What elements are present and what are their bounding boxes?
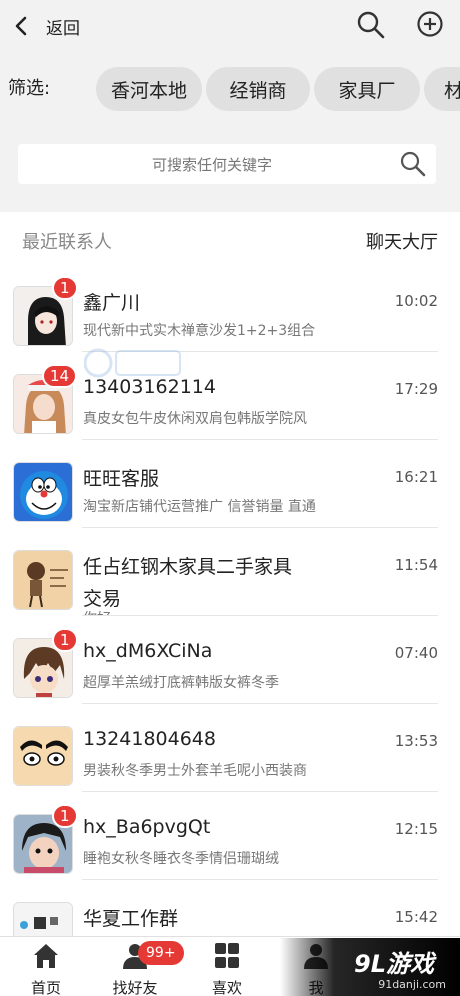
unread-badge: 1 <box>52 804 78 828</box>
contact-name: hx_Ba6pvgQt <box>83 816 211 838</box>
tab-chat-hall[interactable]: 聊天大厅 <box>366 228 438 254</box>
filter-chip-factory[interactable]: 家具厂 <box>314 67 420 111</box>
filter-chip-local[interactable]: 香河本地 <box>96 67 202 111</box>
top-bar: 返回 <box>0 0 460 52</box>
nav-label: 首页 <box>30 979 61 996</box>
unread-badge: 1 <box>52 628 78 652</box>
filter-bar: 筛选: 香河本地 经销商 家具厂 材 <box>0 52 460 124</box>
search-input[interactable]: 可搜索任何关键字 <box>18 144 436 184</box>
list-item[interactable]: 14 13403162114 17:29 真皮女包牛皮休闲双肩包韩版学院风 <box>0 352 460 440</box>
watermark-overlay: 9L游戏 91danji.com <box>280 938 460 996</box>
watermark-logo-text: 9L游戏 <box>354 950 434 978</box>
message-time: 11:54 <box>394 556 438 574</box>
message-preview: 睡袍女秋冬睡衣冬季情侣珊瑚绒 <box>83 851 279 867</box>
message-time: 07:40 <box>394 644 438 662</box>
filter-chip-material[interactable]: 材 <box>424 67 460 111</box>
add-circle-icon[interactable] <box>415 9 445 39</box>
list-item[interactable]: 1 hx_dM6XCiNa 07:40 超厚羊羔绒打底裤韩版女裤冬季 <box>0 616 460 704</box>
nav-label: 找好友 <box>112 979 158 996</box>
message-preview: 男装秋冬季男士外套羊毛呢小西装商 <box>83 763 307 779</box>
back-label[interactable]: 返回 <box>46 14 80 39</box>
unread-badge: 1 <box>52 276 78 300</box>
grid-icon <box>215 943 239 968</box>
contact-name: hx_dM6XCiNa <box>83 640 213 662</box>
message-time: 16:21 <box>394 468 438 486</box>
watermark-logo <box>84 348 181 378</box>
list-item[interactable]: 旺旺客服 16:21 淘宝新店铺代运营推广 信誉销量 直通 <box>0 440 460 528</box>
message-preview: 真皮女包牛皮休闲双肩包韩版学院风 <box>83 411 307 427</box>
list-item[interactable]: 13241804648 13:53 男装秋冬季男士外套羊毛呢小西装商 <box>0 704 460 792</box>
message-time: 15:42 <box>394 908 438 926</box>
watermark-url: 91danji.com <box>378 978 446 991</box>
search-icon[interactable] <box>398 149 428 179</box>
unread-badge: 14 <box>42 364 78 388</box>
message-time: 17:29 <box>394 380 438 398</box>
back-arrow-icon[interactable] <box>10 12 36 40</box>
list-item[interactable]: 1 鑫广川 10:02 现代新中式实木禅意沙发1+2+3组合 <box>0 264 460 352</box>
avatar <box>13 550 73 610</box>
message-preview: 现代新中式实木禅意沙发1+2+3组合 <box>83 323 316 339</box>
contact-tabs: 最近联系人 聊天大厅 <box>0 212 460 264</box>
contact-name: 鑫广川 <box>83 292 141 314</box>
avatar <box>13 726 73 786</box>
search-icon[interactable] <box>355 9 387 41</box>
contact-name: 任占红钢木家具二手家具 <box>83 556 293 578</box>
friends-badge: 99+ <box>138 941 184 965</box>
avatar <box>13 462 73 522</box>
message-time: 10:02 <box>394 292 438 310</box>
home-icon <box>34 944 58 968</box>
list-item[interactable]: 任占红钢木家具二手家具 交易 11:54 你好 <box>0 528 460 616</box>
message-time: 12:15 <box>394 820 438 838</box>
tab-recent-contacts[interactable]: 最近联系人 <box>22 228 112 254</box>
list-item[interactable]: 1 hx_Ba6pvgQt 12:15 睡袍女秋冬睡衣冬季情侣珊瑚绒 <box>0 792 460 880</box>
message-time: 13:53 <box>394 732 438 750</box>
nav-home[interactable]: 首页 <box>0 937 92 996</box>
contact-name: 华夏工作群 <box>83 908 179 930</box>
search-section: 可搜索任何关键字 <box>0 124 460 212</box>
search-placeholder: 可搜索任何关键字 <box>151 156 272 174</box>
contact-name: 13241804648 <box>83 728 216 750</box>
nav-label: 喜欢 <box>211 979 242 996</box>
message-preview: 超厚羊羔绒打底裤韩版女裤冬季 <box>83 675 279 691</box>
contact-name: 旺旺客服 <box>83 468 160 490</box>
nav-favorites[interactable]: 喜欢 <box>181 937 273 996</box>
filter-chip-dealer[interactable]: 经销商 <box>206 67 310 111</box>
contact-name-continued: 交易 <box>83 588 122 610</box>
message-preview: 淘宝新店铺代运营推广 信誉销量 直通 <box>83 499 316 515</box>
filter-label: 筛选: <box>8 78 51 99</box>
